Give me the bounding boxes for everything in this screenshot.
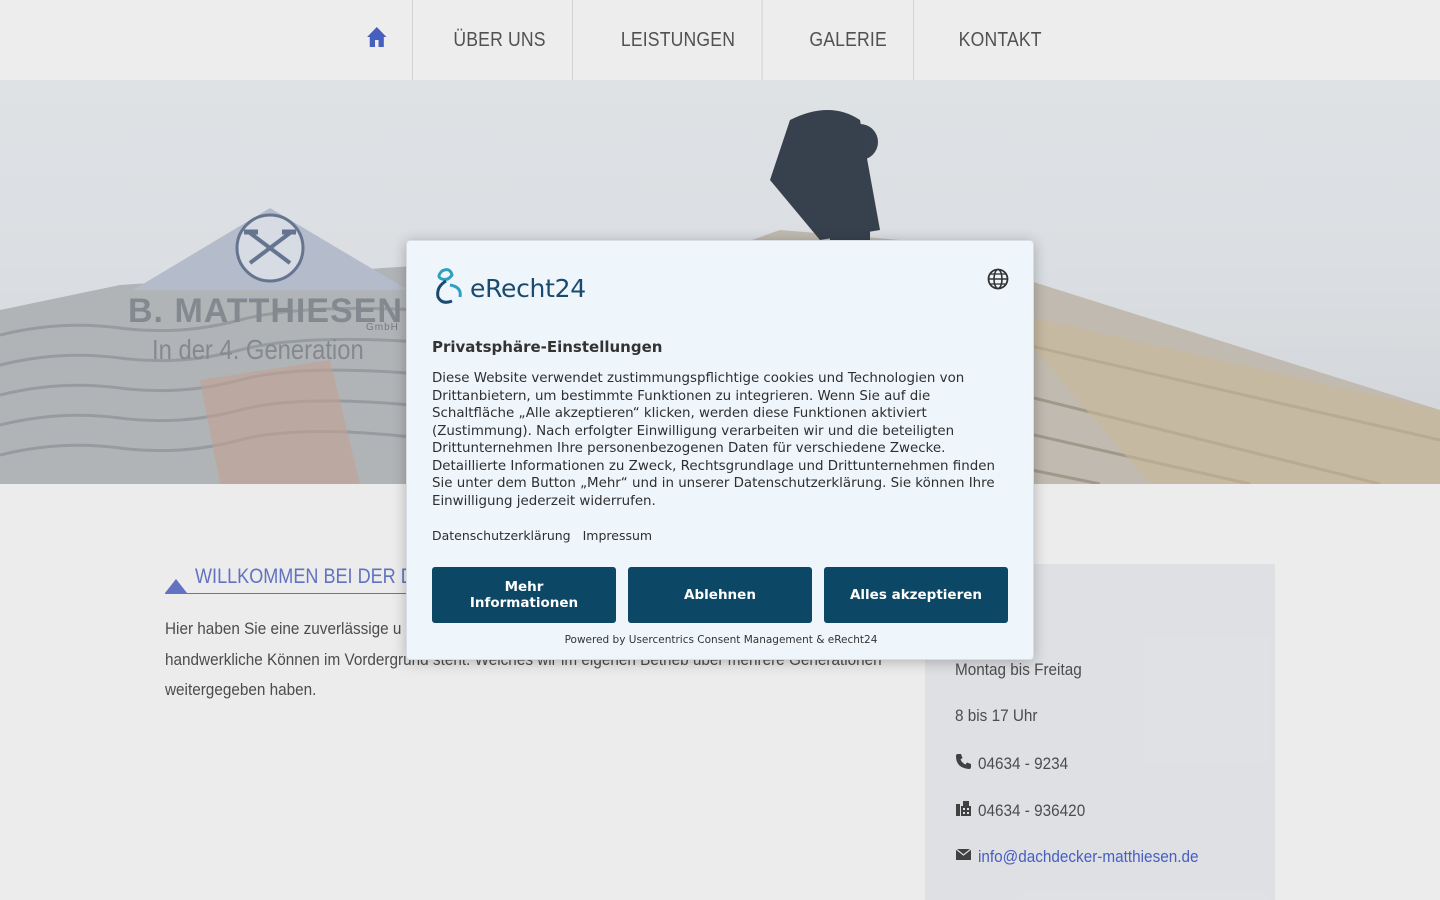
consent-body: Diese Website verwendet zustimmungspflic… [432,371,995,509]
privacy-link[interactable]: Datenschutzerklärung [432,528,571,543]
powered-by-text: Powered by Usercentrics Consent Manageme… [564,634,878,646]
more-information-button[interactable]: Mehr Informationen [432,567,616,623]
deny-button[interactable]: Ablehnen [628,567,812,623]
erecht24-logo-icon [432,267,468,310]
erecht24-brand: eRecht24 [470,274,586,303]
consent-links: Datenschutzerklärung Impressum [432,528,652,543]
consent-dialog: eRecht24 Privatsphäre-Einstellungen Dies… [406,240,1034,660]
language-globe-icon[interactable] [987,268,1009,290]
imprint-link[interactable]: Impressum [583,528,652,543]
accept-all-button[interactable]: Alles akzeptieren [824,567,1008,623]
erecht24-logo: eRecht24 [432,267,586,310]
consent-title: Privatsphäre-Einstellungen [432,338,663,356]
